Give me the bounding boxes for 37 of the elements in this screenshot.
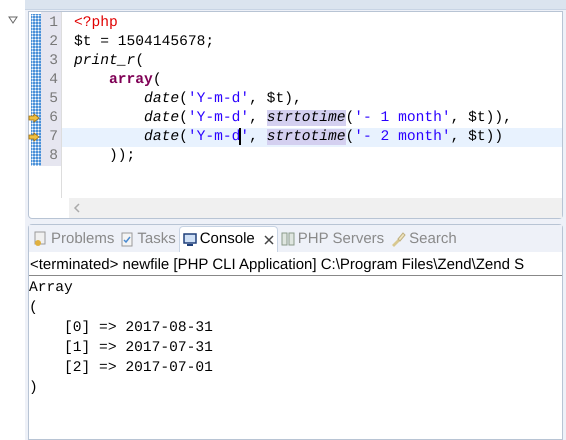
horizontal-scrollbar[interactable] (69, 198, 562, 218)
code-line: <?php (74, 15, 118, 31)
flashlight-icon (390, 231, 406, 247)
problems-icon (34, 231, 48, 247)
console-output-line: [2] => 2017-07-01 (63, 359, 214, 378)
line-number: 5 (49, 91, 58, 107)
monitor-icon (182, 232, 197, 246)
code-line: array( (108, 72, 162, 88)
line-number: 4 (49, 72, 58, 88)
panel-tab[interactable]: Console (178, 226, 278, 252)
console-output-line: [0] => 2017-08-31 (63, 319, 214, 338)
console-header: <terminated> newfile [PHP CLI Application] C:\Program Files\Zend\Zend S (29, 255, 562, 276)
console-output-line: ) (29, 379, 39, 398)
line-number: 8 (49, 148, 58, 164)
close-icon[interactable] (264, 234, 274, 244)
code-line: $t = 1504145678; (74, 34, 214, 50)
code-line: date('Y-m-d', $t), (143, 91, 302, 107)
console-output-line: Array (29, 279, 74, 298)
panel-tab[interactable]: Search (387, 226, 460, 252)
console-output-line: ( (29, 299, 39, 318)
line-number: 3 (49, 53, 58, 69)
line-number: 1 (49, 15, 58, 31)
server-icon (280, 231, 295, 247)
clipboard-icon (120, 231, 134, 247)
code-line: print_r( (74, 53, 144, 69)
console-output-line: [1] => 2017-07-31 (63, 339, 214, 358)
text-cursor (239, 128, 242, 145)
panel-tab[interactable]: Tasks (117, 226, 179, 252)
line-number: 2 (49, 34, 58, 50)
panel-tab[interactable]: Problems (31, 226, 118, 252)
code-line: date('Y-m-d', strtotime('- 2 month', $t)) (143, 129, 504, 146)
line-number: 6 (49, 110, 58, 126)
panel-tab[interactable]: PHP Servers (278, 226, 388, 252)
code-line: date('Y-m-d', strtotime('- 1 month', $t)), (143, 110, 512, 126)
collapse-icon[interactable] (8, 16, 18, 24)
line-number: 7 (49, 129, 58, 145)
code-line: )); (108, 148, 136, 164)
